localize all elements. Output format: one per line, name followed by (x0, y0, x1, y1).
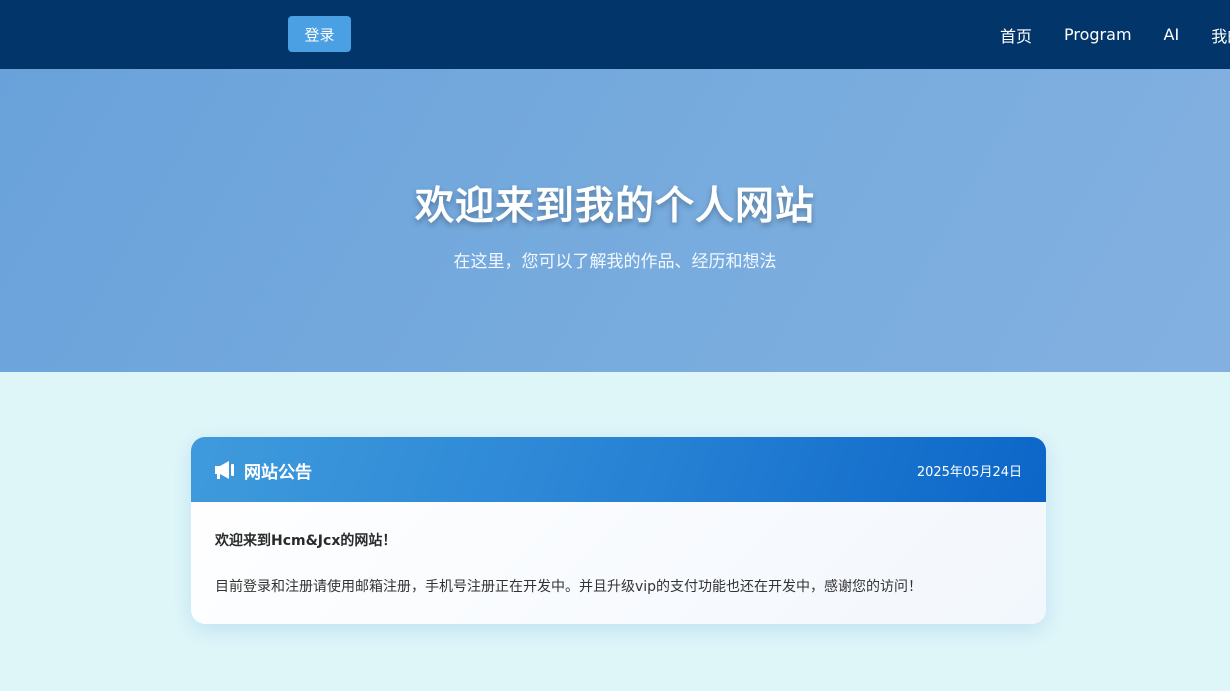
hero-banner: 欢迎来到我的个人网站 在这里，您可以了解我的作品、经历和想法 (0, 69, 1230, 372)
announcement-card: 网站公告 2025年05月24日 欢迎来到Hcm&Jcx的网站！ 目前登录和注册… (191, 437, 1046, 624)
nav-link-mine[interactable]: 我的 (1211, 23, 1230, 47)
nav-link-ai[interactable]: AI (1164, 25, 1180, 44)
announcement-date: 2025年05月24日 (916, 465, 1022, 480)
nav-links: 首页 Program AI 我的 (1000, 0, 1230, 69)
login-button[interactable]: 登录 (288, 16, 351, 52)
megaphone-icon (213, 459, 237, 481)
hero-subtitle: 在这里，您可以了解我的作品、经历和想法 (453, 252, 777, 272)
announcement-body: 欢迎来到Hcm&Jcx的网站！ 目前登录和注册请使用邮箱注册，手机号注册正在开发… (191, 502, 1046, 624)
hero-title: 欢迎来到我的个人网站 (414, 184, 815, 229)
announcement-header: 网站公告 2025年05月24日 (191, 437, 1046, 502)
announcement-title: 网站公告 (244, 463, 312, 483)
nav-link-home[interactable]: 首页 (1000, 23, 1032, 47)
top-navbar: 登录 首页 Program AI 我的 (0, 0, 1230, 69)
nav-link-program[interactable]: Program (1064, 25, 1132, 44)
announcement-welcome: 欢迎来到Hcm&Jcx的网站！ (215, 533, 397, 549)
announcement-text: 目前登录和注册请使用邮箱注册，手机号注册正在开发中。并且升级vip的支付功能也还… (215, 579, 923, 595)
